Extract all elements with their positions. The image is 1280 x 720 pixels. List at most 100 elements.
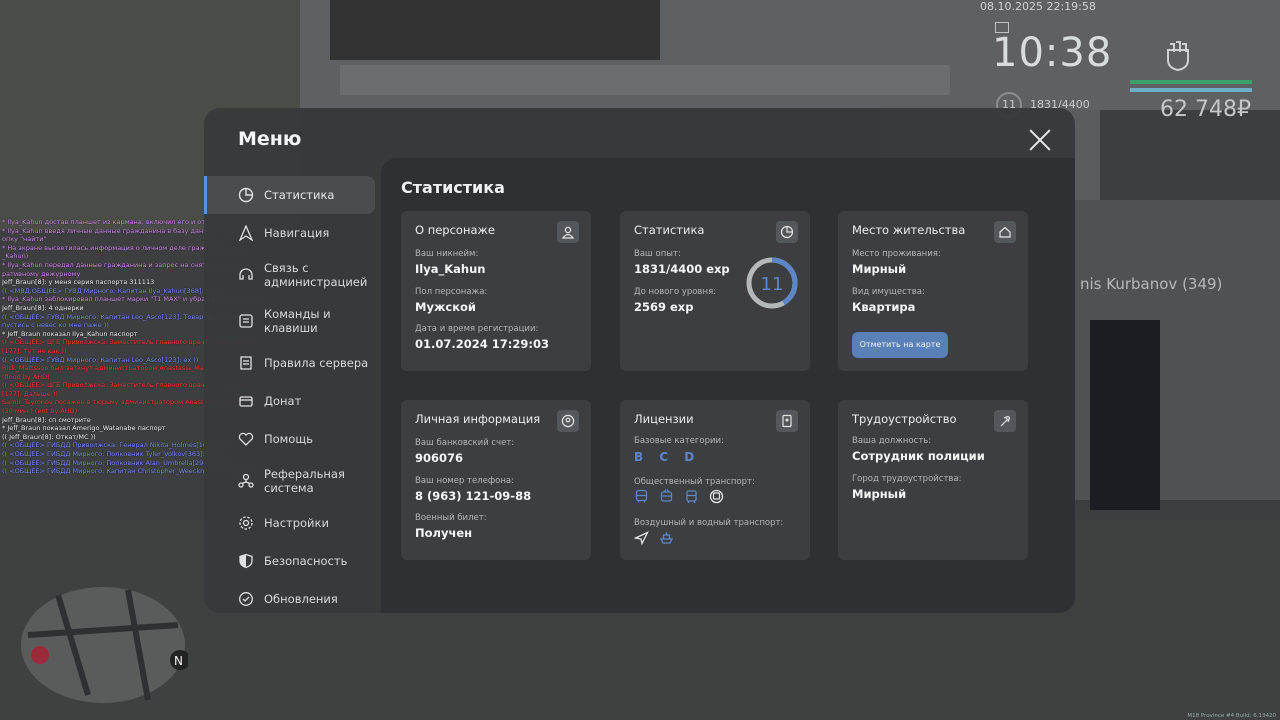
property-type-value: Квартира <box>852 300 916 314</box>
bank-value: 906076 <box>415 451 464 465</box>
level-progress-ring: 11 <box>746 257 798 309</box>
base-categories-value: B C D <box>634 450 701 464</box>
nav-label: Помощь <box>264 432 314 446</box>
card-heading: Трудоустройство <box>852 412 957 426</box>
user-icon <box>557 221 579 243</box>
mark-on-map-button[interactable]: Отметить на карте <box>852 332 948 358</box>
home-icon <box>994 221 1016 243</box>
nickname-label: Ваш никнейм: <box>415 249 479 259</box>
position-label: Ваша должность: <box>852 436 932 446</box>
registration-value: 01.07.2024 17:29:03 <box>415 337 549 351</box>
fist-icon <box>1167 41 1189 72</box>
statistics-panel: Статистика О персонаже Ваш никнейм: Ilya… <box>381 158 1075 613</box>
nav-label: Безопасность <box>264 554 348 568</box>
card-heading: Личная информация <box>415 412 541 426</box>
nav-item-support[interactable]: Связь с администрацией <box>204 252 376 298</box>
military-label: Военный билет: <box>415 513 487 523</box>
card-personal-info: Личная информация Ваш банковский счет: 9… <box>401 400 591 560</box>
card-heading: Место жительства <box>852 223 966 237</box>
card-residence: Место жительства Место проживания: Мирны… <box>838 211 1028 371</box>
hud-datetime: 08.10.2025 22:19:58 <box>980 0 1096 13</box>
level-number: 11 <box>761 274 784 295</box>
page-title: Статистика <box>401 178 505 197</box>
nav-item-help[interactable]: Помощь <box>204 420 376 458</box>
help-heart-icon <box>238 432 254 446</box>
nav-item-security[interactable]: Безопасность <box>204 542 376 580</box>
armor-bar <box>1130 88 1252 92</box>
user-circle-icon <box>557 410 579 432</box>
tram-icon <box>686 490 697 504</box>
trolleybus-icon <box>660 489 673 502</box>
residence-place-value: Мирный <box>852 262 907 276</box>
job-city-label: Город трудоустройства: <box>852 474 962 484</box>
military-value: Получен <box>415 526 473 540</box>
rules-icon <box>240 356 252 370</box>
nav-item-referral[interactable]: Реферальная система <box>204 458 376 504</box>
npc-nametag: nis Kurbanov (349) <box>1080 275 1223 293</box>
nav-label: Обновления <box>264 592 338 606</box>
nav-item-keys[interactable]: Команды и клавиши <box>204 298 376 344</box>
nav-item-navigation[interactable]: Навигация <box>204 214 376 252</box>
card-heading: О персонаже <box>415 223 495 237</box>
airplane-icon <box>634 531 649 545</box>
nav-label: Навигация <box>264 226 330 240</box>
metro-icon <box>709 489 724 504</box>
residence-place-label: Место проживания: <box>852 249 941 259</box>
nav-item-statistics[interactable]: Статистика <box>204 176 375 214</box>
bus-icon <box>635 489 648 503</box>
card-statistics: Статистика Ваш опыт: 1831/4400 exp До но… <box>620 211 810 371</box>
air-water-transport-icons <box>634 530 674 545</box>
nav-item-updates[interactable]: Обновления <box>204 580 376 613</box>
referral-icon <box>238 473 254 488</box>
boat-icon <box>659 532 674 544</box>
menu-title: Меню <box>238 128 302 150</box>
property-type-label: Вид имущества: <box>852 287 925 297</box>
nickname-value: Ilya_Kahun <box>415 262 486 276</box>
next-level-value: 2569 exp <box>634 300 694 314</box>
minimap: N <box>21 587 188 703</box>
exp-value: 1831/4400 exp <box>634 262 730 276</box>
svg-text:N: N <box>174 654 183 668</box>
phone-label: Ваш номер телефона: <box>415 476 514 486</box>
nav-item-settings[interactable]: Настройки <box>204 504 376 542</box>
nav-label: Настройки <box>264 516 329 530</box>
shield-icon <box>239 553 253 569</box>
nav-item-donate[interactable]: Донат <box>204 382 376 420</box>
gender-label: Пол персонажа: <box>415 287 488 297</box>
nav-item-rules[interactable]: Правила сервера <box>204 344 376 382</box>
nav-label: Связь с администрацией <box>264 261 368 289</box>
donate-icon <box>239 396 253 407</box>
exp-label: Ваш опыт: <box>634 249 681 259</box>
gender-value: Мужской <box>415 300 476 314</box>
card-heading: Статистика <box>634 223 705 237</box>
nav-label: Команды и клавиши <box>264 307 331 335</box>
gear-icon <box>239 516 253 530</box>
public-transport-label: Общественный транспорт: <box>634 477 755 487</box>
pie-chart-icon <box>776 221 798 243</box>
base-categories-label: Базовые категории: <box>634 436 724 446</box>
support-icon <box>239 268 253 280</box>
job-city-value: Мирный <box>852 487 907 501</box>
air-water-transport-label: Воздушный и водный транспорт: <box>634 518 784 528</box>
nav-label: Донат <box>264 394 302 408</box>
nav-label: Реферальная система <box>264 467 345 495</box>
close-button[interactable] <box>1028 128 1052 152</box>
pie-chart-icon <box>238 187 254 203</box>
hud-clock: 10:38 <box>992 30 1113 76</box>
next-level-label: До нового уровня: <box>634 287 717 297</box>
card-heading: Лицензии <box>634 412 694 426</box>
navigation-icon <box>238 225 254 241</box>
keyboard-icon <box>239 314 253 328</box>
bank-label: Ваш банковский счет: <box>415 438 515 448</box>
license-icon <box>776 410 798 432</box>
menu-sidebar: Статистика Навигация Связь с администрац… <box>204 176 376 613</box>
position-value: Сотрудник полиции <box>852 449 985 463</box>
registration-label: Дата и время регистрации: <box>415 324 539 334</box>
phone-value: 8 (963) 121-09-88 <box>415 489 532 503</box>
health-bar <box>1130 80 1252 84</box>
card-character: О персонаже Ваш никнейм: Ilya_Kahun Пол … <box>401 211 591 371</box>
menu-window: Меню Статистика Навигация Связь с админи… <box>204 108 1075 613</box>
update-icon <box>239 592 253 606</box>
nav-label: Правила сервера <box>264 356 369 370</box>
public-transport-icons <box>634 489 724 504</box>
